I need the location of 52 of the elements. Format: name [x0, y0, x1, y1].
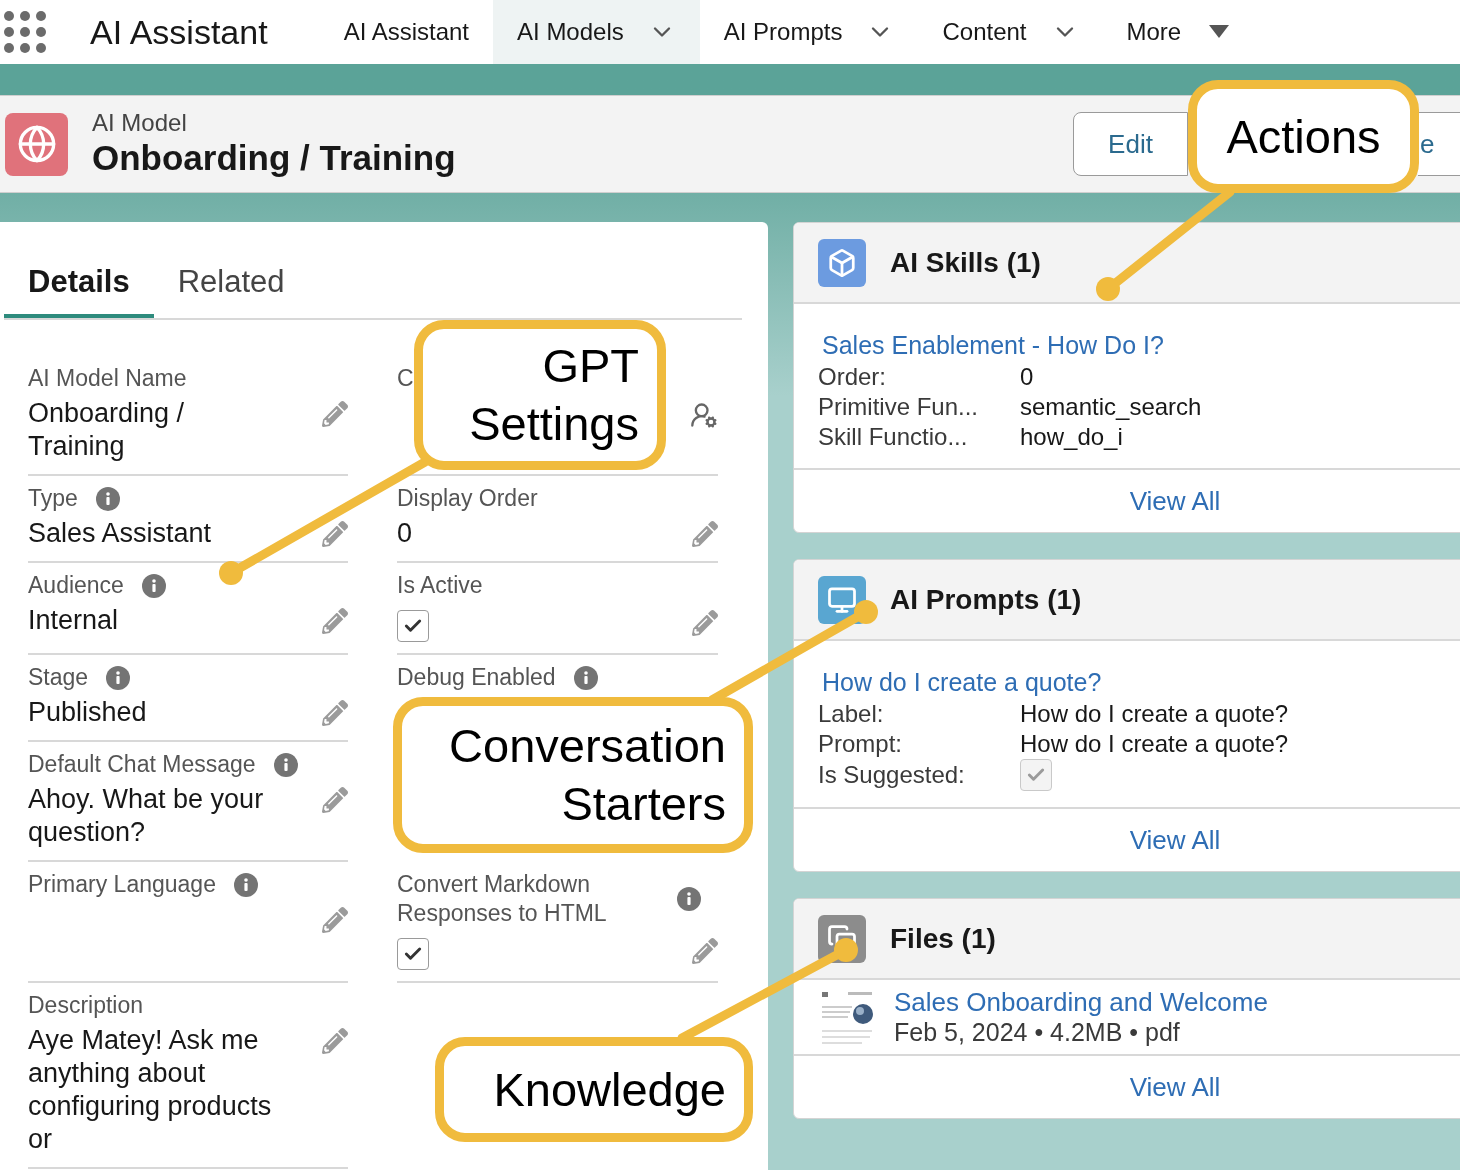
file-link[interactable]: Sales Onboarding and Welcome — [894, 987, 1268, 1017]
field-label: Convert Markdown Responses to HTML — [397, 870, 608, 928]
field-value: Ahoy. What be your question? — [28, 783, 265, 849]
field-label: Debug Enabled — [397, 663, 556, 692]
record-type: AI Model — [92, 109, 188, 137]
field-label: Is Active — [397, 571, 483, 600]
file-meta: Feb 5, 2024 • 4.2MB • pdf — [894, 1017, 1181, 1047]
record-tab[interactable]: Details — [4, 250, 154, 318]
record-title: Onboarding / Training — [92, 137, 456, 179]
field-label: Primary Language — [28, 870, 216, 899]
card-title: Files (1) — [890, 921, 996, 956]
field-label: Display Order — [397, 484, 538, 513]
field-value: Sales Assistant — [28, 517, 212, 550]
field-value: Internal — [28, 604, 119, 637]
record-field-label: Order: — [818, 362, 887, 392]
view-all-link[interactable]: View All — [1129, 820, 1221, 860]
record-field-value: semantic_search — [1020, 392, 1202, 422]
callout: GPT Settings — [414, 320, 666, 470]
field-value: Onboarding / Training — [28, 397, 186, 463]
view-all-link[interactable]: View All — [1129, 481, 1221, 521]
field-value: Aye Matey! Ask me anything about configuring products or — [28, 1024, 273, 1156]
record-field-label: Primitive Fun... — [818, 392, 980, 422]
field-label: Default Chat Message — [28, 750, 256, 779]
view-all-link[interactable]: View All — [1129, 1067, 1221, 1107]
record-field-label: Is Suggested: — [818, 760, 966, 790]
field-label: Description — [28, 991, 144, 1020]
field-label: C — [397, 364, 414, 393]
app-title: AI Assistant — [90, 11, 268, 53]
action-button[interactable]: e — [1418, 112, 1460, 176]
field-label: Type — [28, 484, 78, 513]
record-field-value: How do I create a quote? — [1020, 699, 1289, 729]
field-value: 0 — [397, 517, 413, 550]
record-field-label: Prompt: — [818, 729, 904, 759]
field-label: Stage — [28, 663, 89, 692]
action-button[interactable]: Edit — [1073, 112, 1188, 176]
field-label: Audience — [28, 571, 124, 600]
record-tab[interactable]: Related — [153, 250, 309, 318]
callout: Actions — [1188, 80, 1419, 193]
record-field-label: Skill Functio... — [818, 422, 969, 452]
card-title: AI Prompts (1) — [890, 582, 1082, 617]
field-label: AI Model Name — [28, 364, 187, 393]
record-field-value: 0 — [1020, 362, 1034, 392]
card-title: AI Skills (1) — [890, 245, 1041, 280]
record-field-value: How do I create a quote? — [1020, 729, 1289, 759]
nav-tab[interactable]: AI Models — [493, 0, 700, 64]
callout: Knowledge — [435, 1037, 753, 1142]
record-link[interactable]: Sales Enablement - How Do I? — [822, 328, 1460, 362]
callout: Conversation Starters — [393, 697, 753, 853]
record-field-value: how_do_i — [1020, 422, 1123, 452]
record-field-label: Label: — [818, 699, 885, 729]
field-value: Published — [28, 696, 147, 729]
record-link[interactable]: How do I create a quote? — [822, 665, 1460, 699]
